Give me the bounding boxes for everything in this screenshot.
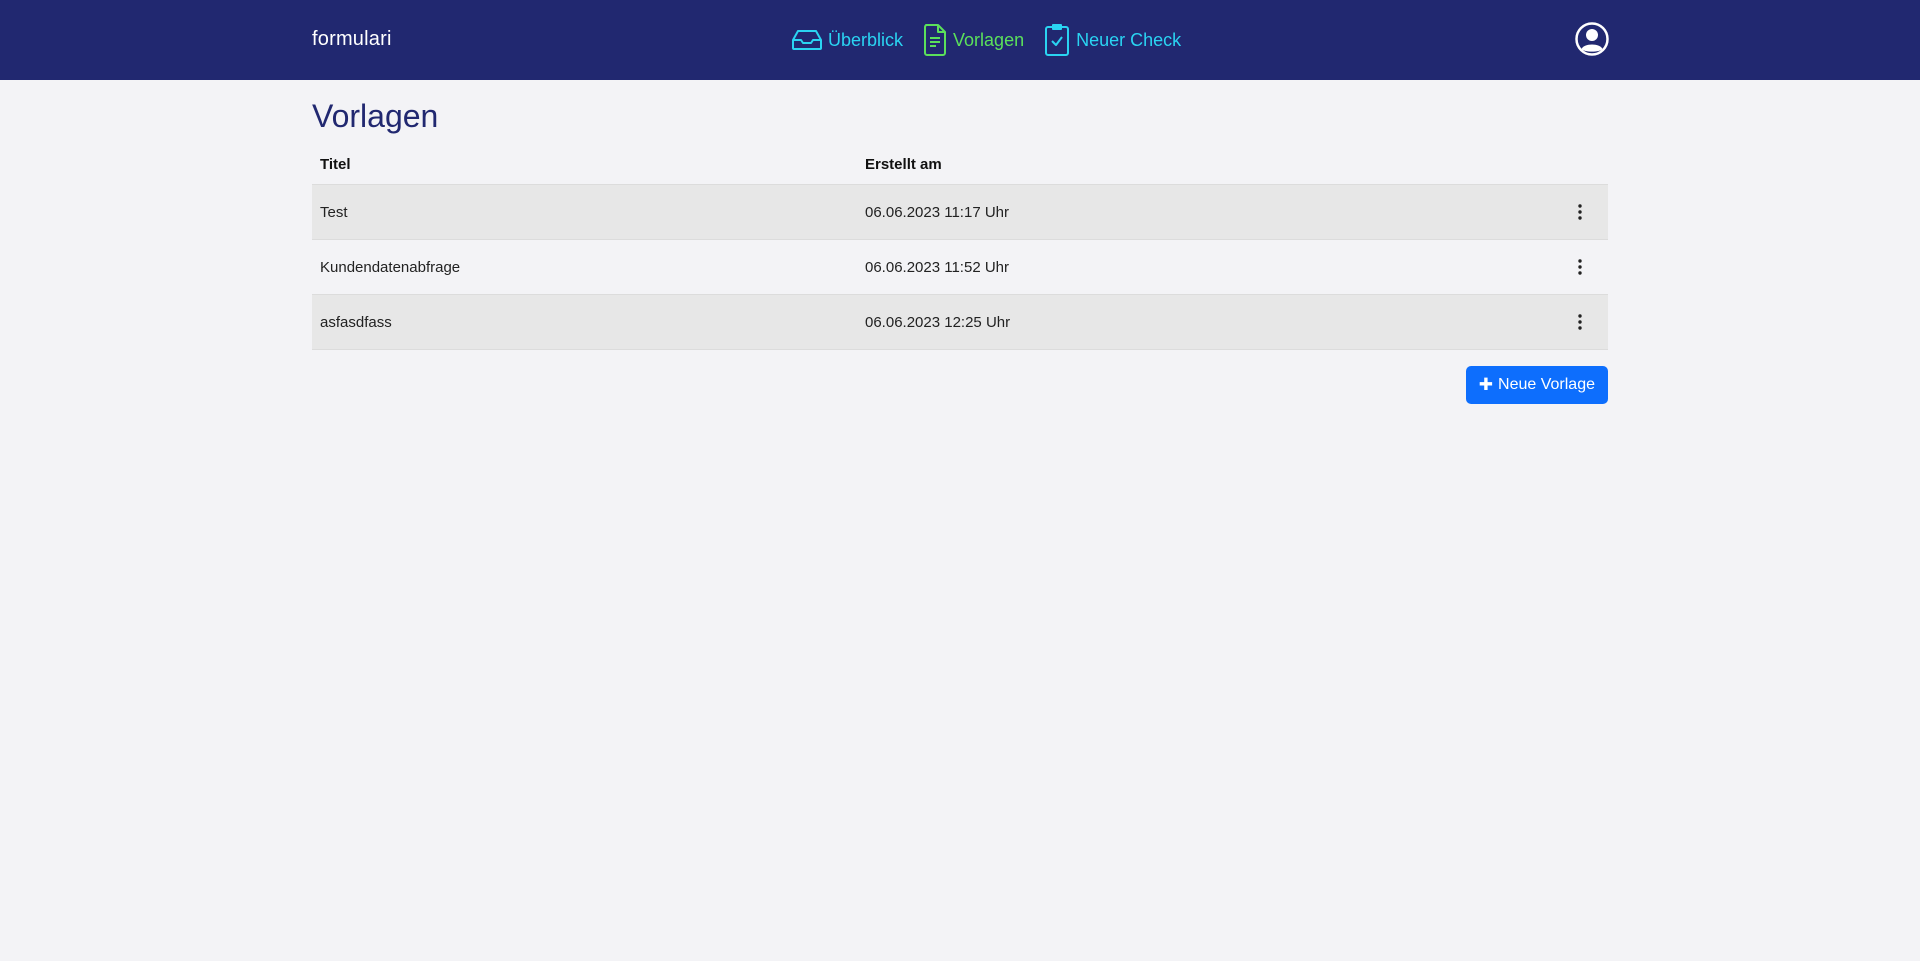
nav-item-ueberblick[interactable]: Überblick: [792, 29, 903, 51]
row-created: 06.06.2023 11:17 Uhr: [857, 184, 1552, 240]
top-navbar: formulari Überblick Vorlagen Neuer Check: [0, 0, 1920, 80]
more-options-icon[interactable]: [1570, 312, 1590, 334]
row-created: 06.06.2023 11:52 Uhr: [857, 239, 1552, 295]
column-header-actions: [1552, 144, 1608, 185]
new-template-button[interactable]: ✚ Neue Vorlage: [1465, 366, 1608, 404]
nav-item-vorlagen[interactable]: Vorlagen: [923, 24, 1024, 56]
page-title: Vorlagen: [312, 98, 439, 134]
inbox-icon: [792, 29, 822, 51]
brand-logo[interactable]: formulari: [312, 28, 392, 51]
nav-label: Überblick: [828, 29, 904, 50]
new-template-label: Neue Vorlage: [1498, 376, 1595, 393]
main-content: Vorlagen Titel Erstellt am Test 06.06.20…: [312, 80, 1608, 404]
table-row[interactable]: asfasdfass 06.06.2023 12:25 Uhr: [312, 294, 1608, 350]
main-nav: Überblick Vorlagen Neuer Check: [792, 20, 1201, 60]
nav-label: Neuer Check: [1076, 29, 1182, 50]
plus-icon: ✚: [1478, 375, 1494, 394]
nav-item-neuer-check[interactable]: Neuer Check: [1044, 24, 1181, 56]
templates-table: Titel Erstellt am Test 06.06.2023 11:17 …: [312, 144, 1608, 350]
table-header-row: Titel Erstellt am: [312, 144, 1608, 185]
row-title: Test: [312, 184, 857, 240]
clipboard-check-icon: [1044, 24, 1070, 56]
more-options-icon[interactable]: [1570, 202, 1590, 224]
nav-label: Vorlagen: [953, 29, 1025, 50]
more-options-icon[interactable]: [1570, 257, 1590, 279]
row-created: 06.06.2023 12:25 Uhr: [857, 294, 1552, 350]
column-header-erstellt-am: Erstellt am: [857, 144, 1552, 185]
table-actions: ✚ Neue Vorlage: [312, 366, 1608, 404]
row-title: asfasdfass: [312, 294, 857, 350]
column-header-titel: Titel: [312, 144, 857, 185]
table-row[interactable]: Kundendatenabfrage 06.06.2023 11:52 Uhr: [312, 239, 1608, 295]
user-circle-icon: [1575, 22, 1609, 60]
user-menu-button[interactable]: [1575, 22, 1609, 56]
table-row[interactable]: Test 06.06.2023 11:17 Uhr: [312, 184, 1608, 240]
document-icon: [923, 24, 947, 56]
row-title: Kundendatenabfrage: [312, 239, 857, 295]
